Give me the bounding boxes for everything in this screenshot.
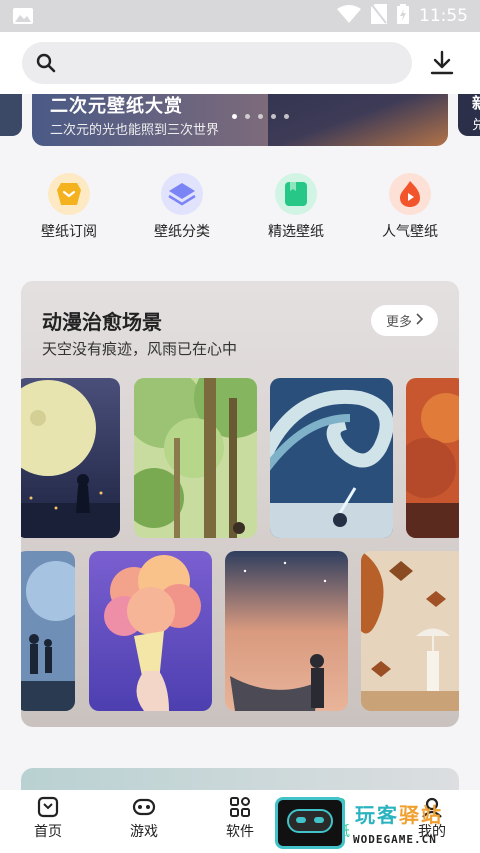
gamepad-icon [104,796,184,818]
more-button[interactable]: 更多 [371,305,438,336]
banner-title: 二次元壁纸大赏 [50,96,183,117]
section-title: 动漫治愈场景 [42,310,162,334]
sunset-boat-wallpaper[interactable] [225,551,348,711]
banner-next-peek[interactable]: 新 兑 [458,94,480,136]
carousel-dot[interactable] [245,114,250,119]
no-sim-icon [371,3,387,29]
carousel-dots [232,114,289,119]
download-icon[interactable] [430,50,454,80]
quick-action-category[interactable]: 壁纸分类 [132,170,232,241]
quick-action-popular[interactable]: 人气壁纸 [360,170,460,241]
search-icon [36,53,56,77]
banner-next-subtitle: 兑 [472,118,480,133]
quick-action-label: 壁纸分类 [154,224,210,240]
more-label: 更多 [385,315,412,330]
autumn-umbrella-wallpaper[interactable] [361,551,459,711]
banner-next-title: 新 [472,94,480,112]
chevron-right-icon [415,312,424,329]
watermark-url: WODEGAME.CN [353,833,437,846]
apps-icon [200,796,280,818]
banner-prev-peek[interactable] [0,94,22,136]
site-watermark: 玩客驿站 WODEGAME.CN [275,797,480,853]
tab-label: 软件 [226,824,254,840]
moon-night-wallpaper[interactable] [21,378,120,538]
clock: 11:55 [419,6,468,26]
home-icon [8,796,88,818]
orange-sky-wallpaper[interactable] [406,378,459,538]
subscribe-icon [48,173,90,215]
status-bar: 11:55 [0,0,480,32]
section-subtitle: 天空没有痕迹，风雨已在心中 [42,340,238,358]
carousel-dot[interactable] [284,114,289,119]
battery-charging-icon [397,3,409,29]
tab-label: 首页 [34,824,62,840]
wifi-icon [337,4,361,28]
flame-icon [389,173,431,215]
banner-subtitle: 二次元的光也能照到三次世界 [50,123,220,138]
tab-label: 游戏 [130,824,158,840]
carousel-dot[interactable] [258,114,263,119]
tab-games[interactable]: 游戏 [104,796,184,841]
wave-galaxy-wallpaper[interactable] [270,378,393,538]
forest-wallpaper[interactable] [134,378,257,538]
blue-night-couple-wallpaper[interactable] [21,551,75,711]
carousel-dot[interactable] [232,114,237,119]
ice-cream-cloud-wallpaper[interactable] [89,551,212,711]
quick-action-label: 壁纸订阅 [41,224,97,240]
tab-home[interactable]: 首页 [8,796,88,841]
search-bar[interactable] [22,42,412,84]
banner-slide[interactable]: 二次元壁纸大赏 二次元的光也能照到三次世界 [32,94,448,146]
image-notification-icon [12,7,34,25]
wallpaper-collection-card[interactable]: 动漫治愈场景 天空没有痕迹，风雨已在心中 更多 [21,281,459,727]
carousel-dot[interactable] [271,114,276,119]
layers-icon [161,173,203,215]
watermark-title: 玩客驿站 [355,803,443,827]
top-bar [0,32,480,94]
quick-actions: 壁纸订阅 壁纸分类 精选壁纸 人气壁纸 [0,170,480,250]
watermark-logo-icon [275,797,345,849]
banner-carousel[interactable]: 二次元壁纸大赏 二次元的光也能照到三次世界 新 兑 [0,94,480,150]
quick-action-label: 人气壁纸 [382,224,438,240]
quick-action-subscribe[interactable]: 壁纸订阅 [19,170,119,241]
quick-action-featured[interactable]: 精选壁纸 [246,170,346,241]
tab-apps[interactable]: 软件 [200,796,280,841]
quick-action-label: 精选壁纸 [268,224,324,240]
featured-icon [275,173,317,215]
